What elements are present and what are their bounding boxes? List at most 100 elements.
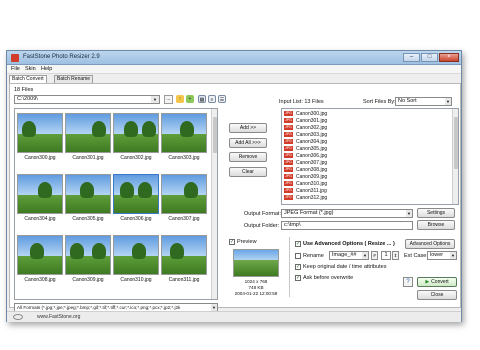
add-all-button[interactable]: Add All >>> — [229, 138, 267, 148]
settings-button[interactable]: Settings — [417, 208, 455, 218]
view-thumbnails-icon[interactable]: ▦ — [198, 95, 206, 103]
thumbnail-item[interactable]: Canon300.jpg — [17, 113, 63, 161]
output-format-label: Output Format: — [244, 211, 281, 217]
tab-batch-rename[interactable]: Batch Rename — [54, 75, 94, 83]
clear-button[interactable]: Clear — [229, 167, 267, 177]
ask-overwrite-label: Ask before overwrite — [303, 275, 354, 281]
thumbnail-item[interactable]: Canon302.jpg — [113, 113, 159, 161]
folder-up-icon[interactable]: ↑ — [176, 95, 184, 103]
thumbnail-caption: Canon307.jpg — [168, 216, 200, 222]
list-item[interactable]: JPG Canon303.jpg — [284, 132, 327, 139]
remove-button[interactable]: Remove — [229, 152, 267, 162]
thumbnail-caption: Canon302.jpg — [120, 155, 152, 161]
thumbnail-item[interactable]: Canon304.jpg — [17, 174, 63, 222]
list-item[interactable]: JPG Canon305.jpg — [284, 146, 327, 153]
browse-output-button[interactable]: Browse — [417, 220, 455, 230]
jpg-file-icon: JPG — [284, 139, 293, 145]
chevron-down-icon[interactable]: ▼ — [406, 210, 412, 217]
thumbnail-caption: Canon308.jpg — [24, 277, 56, 283]
list-item[interactable]: JPG Canon308.jpg — [284, 167, 327, 174]
output-folder-value: c:\tmp\ — [284, 222, 301, 228]
maximize-button[interactable]: □ — [421, 53, 438, 62]
view-details-icon[interactable]: ☰ — [218, 95, 226, 103]
thumbnail-caption: Canon305.jpg — [72, 216, 104, 222]
title-bar[interactable]: FastStone Photo Resizer 2.9 – □ × — [7, 51, 461, 65]
menu-help[interactable]: Help — [41, 66, 52, 72]
preview-checkbox[interactable]: ✓ — [229, 239, 235, 245]
ask-overwrite-checkbox[interactable]: ✓ — [295, 275, 301, 281]
jpg-file-icon: JPG — [284, 195, 293, 201]
thumbnail-caption: Canon311.jpg — [168, 277, 200, 283]
ext-case-select[interactable]: lower ▼ — [427, 251, 457, 260]
folder-path-input[interactable]: C:\2009\ ▼ — [14, 95, 160, 104]
jpg-file-icon: JPG — [284, 160, 293, 166]
thumbnail-item[interactable]: Canon305.jpg — [65, 174, 111, 222]
thumbnail-image — [161, 174, 207, 214]
output-folder-input[interactable]: c:\tmp\ — [281, 221, 413, 230]
website-link[interactable]: www.FastStone.org — [37, 314, 80, 320]
menu-bar: File Skin Help — [7, 65, 461, 74]
chevron-down-icon[interactable]: ▼ — [450, 252, 456, 259]
thumbnail-item[interactable]: Canon303.jpg — [161, 113, 207, 161]
folder-add-icon[interactable]: + — [186, 95, 194, 103]
thumbnail-item[interactable]: Canon306.jpg — [113, 174, 159, 222]
list-item[interactable]: JPG Canon306.jpg — [284, 153, 327, 160]
rename-pattern-select[interactable]: Image_## ▼ — [329, 251, 369, 260]
jpg-file-icon: JPG — [284, 132, 293, 138]
thumbnail-item[interactable]: Canon301.jpg — [65, 113, 111, 161]
list-item[interactable]: JPG Canon311.jpg — [284, 188, 327, 195]
list-item-label: Canon308.jpg — [296, 167, 328, 173]
thumbnail-item[interactable]: Canon307.jpg — [161, 174, 207, 222]
help-icon[interactable]: ? — [403, 277, 413, 287]
browse-folder-button[interactable]: ... — [164, 95, 173, 104]
sort-files-select[interactable]: No Sort ▼ — [395, 97, 452, 106]
preview-dimensions: 1024 x 768 — [244, 279, 268, 284]
folder-path-value: C:\2009\ — [17, 96, 38, 102]
spin-arrows-icon[interactable]: ⇕ — [392, 251, 399, 260]
list-item[interactable]: JPG Canon302.jpg — [284, 125, 327, 132]
minimize-button[interactable]: – — [403, 53, 420, 62]
keep-date-label: Keep original date / time attributes — [303, 264, 387, 270]
close-button[interactable]: Close — [417, 290, 457, 300]
thumbnail-image — [17, 174, 63, 214]
thumbnail-item[interactable]: Canon310.jpg — [113, 235, 159, 283]
view-list-icon[interactable]: ≡ — [208, 95, 216, 103]
list-item[interactable]: JPG Canon312.jpg — [284, 195, 327, 202]
preview-datetime: 2004-01-22 12:00:59 — [234, 291, 278, 296]
thumbnail-item[interactable]: Canon308.jpg — [17, 235, 63, 283]
thumbnail-scrollbar[interactable] — [211, 109, 217, 299]
input-list-scrollbar[interactable] — [452, 109, 458, 204]
chevron-down-icon[interactable]: ▼ — [151, 96, 159, 103]
thumbnail-item[interactable]: Canon311.jpg — [161, 235, 207, 283]
thumbnail-item[interactable]: Canon309.jpg — [65, 235, 111, 283]
add-button[interactable]: Add >> — [229, 123, 267, 133]
menu-skin[interactable]: Skin — [25, 66, 36, 72]
rename-checkbox[interactable] — [295, 253, 301, 259]
output-format-select[interactable]: JPEG Format (*.jpg) ▼ — [281, 209, 413, 218]
list-item[interactable]: JPG Canon307.jpg — [284, 160, 327, 167]
chevron-down-icon[interactable]: ▼ — [362, 252, 368, 259]
advanced-options-label: Use Advanced Options ( Resize ... ) — [303, 241, 395, 247]
jpg-file-icon: JPG — [284, 146, 293, 152]
convert-button[interactable]: ▶ Convert — [417, 277, 457, 287]
scrollbar-thumb[interactable] — [454, 117, 458, 169]
list-item[interactable]: JPG Canon304.jpg — [284, 139, 327, 146]
status-bar: www.FastStone.org — [7, 311, 461, 322]
menu-file[interactable]: File — [11, 66, 20, 72]
list-item[interactable]: JPG Canon309.jpg — [284, 174, 327, 181]
scrollbar-thumb[interactable] — [213, 117, 217, 153]
advanced-options-button[interactable]: Advanced Options — [405, 239, 455, 249]
advanced-options-checkbox[interactable]: ✓ — [295, 241, 301, 247]
rename-insert-button[interactable]: # — [371, 251, 378, 260]
input-file-list[interactable]: JPG Canon300.jpg JPG Canon301.jpg JPG Canon… — [281, 108, 459, 205]
rename-start-input[interactable]: 1 — [381, 251, 391, 260]
list-item[interactable]: JPG Canon310.jpg — [284, 181, 327, 188]
list-item[interactable]: JPG Canon301.jpg — [284, 118, 327, 125]
tab-batch-convert[interactable]: Batch Convert — [9, 75, 47, 83]
list-item-label: Canon309.jpg — [296, 174, 328, 180]
list-item[interactable]: JPG Canon300.jpg — [284, 111, 327, 118]
chevron-down-icon[interactable]: ▼ — [211, 304, 217, 311]
close-window-button[interactable]: × — [439, 53, 459, 62]
chevron-down-icon[interactable]: ▼ — [445, 98, 451, 105]
keep-date-checkbox[interactable]: ✓ — [295, 264, 301, 270]
